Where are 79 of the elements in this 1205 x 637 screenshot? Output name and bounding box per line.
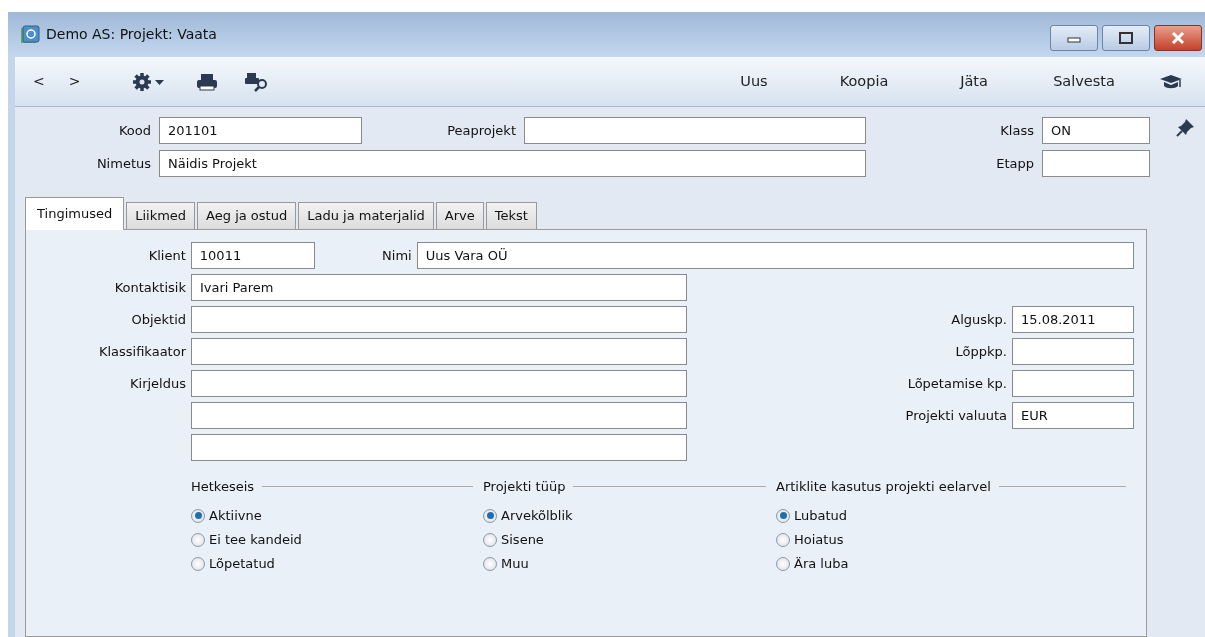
radio-option[interactable]: Arvekõlblik [483,503,776,528]
input-field[interactable] [524,117,866,144]
field-label: Lõpetamise kp. [906,375,1007,393]
input-field[interactable]: Ivari Parem [191,274,687,301]
radio-button[interactable] [776,532,790,547]
input-field[interactable]: EUR [1012,402,1134,429]
print-preview-button[interactable] [244,71,269,92]
radio-option[interactable]: Muu [483,551,776,576]
printer-icon [196,73,219,91]
toolbar-button[interactable]: Uus [699,70,809,93]
input-field[interactable] [191,370,687,397]
group-heading: Projekti tüüp [483,478,566,496]
pin-icon [1176,117,1196,137]
tab[interactable]: Liikmed [126,202,196,229]
radio-button[interactable] [191,532,205,547]
tab[interactable]: Arve [435,202,484,229]
field-label: Lõppkp. [954,343,1007,361]
input-field[interactable]: 15.08.2011 [1012,306,1134,333]
graduation-cap-icon [1159,74,1183,90]
toolbar-button[interactable]: Jäta [919,70,1029,93]
radio-option[interactable]: Ei tee kandeid [191,527,483,552]
input-field[interactable]: Näidis Projekt [159,150,866,177]
input-field[interactable] [191,434,687,461]
tab[interactable]: Aeg ja ostud [197,202,297,229]
previous-button[interactable]: < [33,71,45,92]
maximize-button[interactable] [1102,25,1150,51]
input-field[interactable]: Uus Vara OÜ [416,242,1134,269]
tab[interactable]: Tekst [485,202,537,229]
radio-button[interactable] [483,508,497,523]
radio-button[interactable] [191,556,205,571]
radio-option[interactable]: Aktiivne [191,503,483,528]
radio-button[interactable] [483,532,497,547]
toolbar-button[interactable]: Salvesta [1029,70,1139,93]
input-field[interactable] [1012,338,1134,365]
input-field[interactable] [1012,370,1134,397]
print-preview-icon [244,72,269,92]
close-button[interactable] [1154,25,1202,51]
input-field[interactable] [191,338,687,365]
radio-option[interactable]: Lõpetatud [191,551,483,576]
field-label: Kontaktisik [113,279,186,297]
input-field[interactable]: ON [1042,117,1150,144]
radio-option[interactable]: Hoiatus [776,527,1136,552]
tab[interactable]: Tingimused [25,197,125,230]
field-label: Projekti valuuta [904,407,1007,425]
field-label: Kood [117,121,151,140]
group-heading: Artiklite kasutus projekti eelarvel [776,478,991,496]
radio-option[interactable]: Sisene [483,527,776,552]
app-icon [20,24,40,45]
field-label: Etapp [995,154,1034,173]
field-label: Alguskp. [950,311,1007,329]
radio-button[interactable] [191,508,205,523]
settings-icon [132,72,167,92]
close-icon [1171,32,1185,44]
window-title: Demo AS: Projekt: Vaata [46,25,217,44]
maximize-icon [1119,32,1133,44]
group-heading: Hetkeseis [191,478,255,496]
radio-option[interactable]: Ära luba [776,551,1136,576]
input-field[interactable]: 201101 [159,117,362,144]
radio-option[interactable]: Lubatud [776,503,1136,528]
field-label: Objektid [130,311,186,329]
field-label: Nimi [381,246,412,265]
tab[interactable]: Ladu ja materjalid [298,202,434,229]
input-field[interactable] [1042,150,1150,177]
field-label: Klassifikaator [97,343,186,361]
radio-button[interactable] [776,556,790,571]
field-label: Klient [147,246,186,265]
input-field[interactable] [191,306,687,333]
input-field[interactable]: 10011 [190,242,315,269]
print-button[interactable] [196,71,219,92]
next-button[interactable]: > [68,71,81,92]
settings-menu-button[interactable] [132,71,167,92]
field-label: Kirjeldus [129,375,186,393]
field-label: Nimetus [95,154,151,173]
field-label: Peaprojekt [446,121,516,140]
input-field[interactable] [191,402,687,429]
radio-button[interactable] [776,508,790,523]
radio-button[interactable] [483,556,497,571]
toolbar-button[interactable]: Koopia [809,70,919,93]
field-label: Klass [999,121,1034,140]
